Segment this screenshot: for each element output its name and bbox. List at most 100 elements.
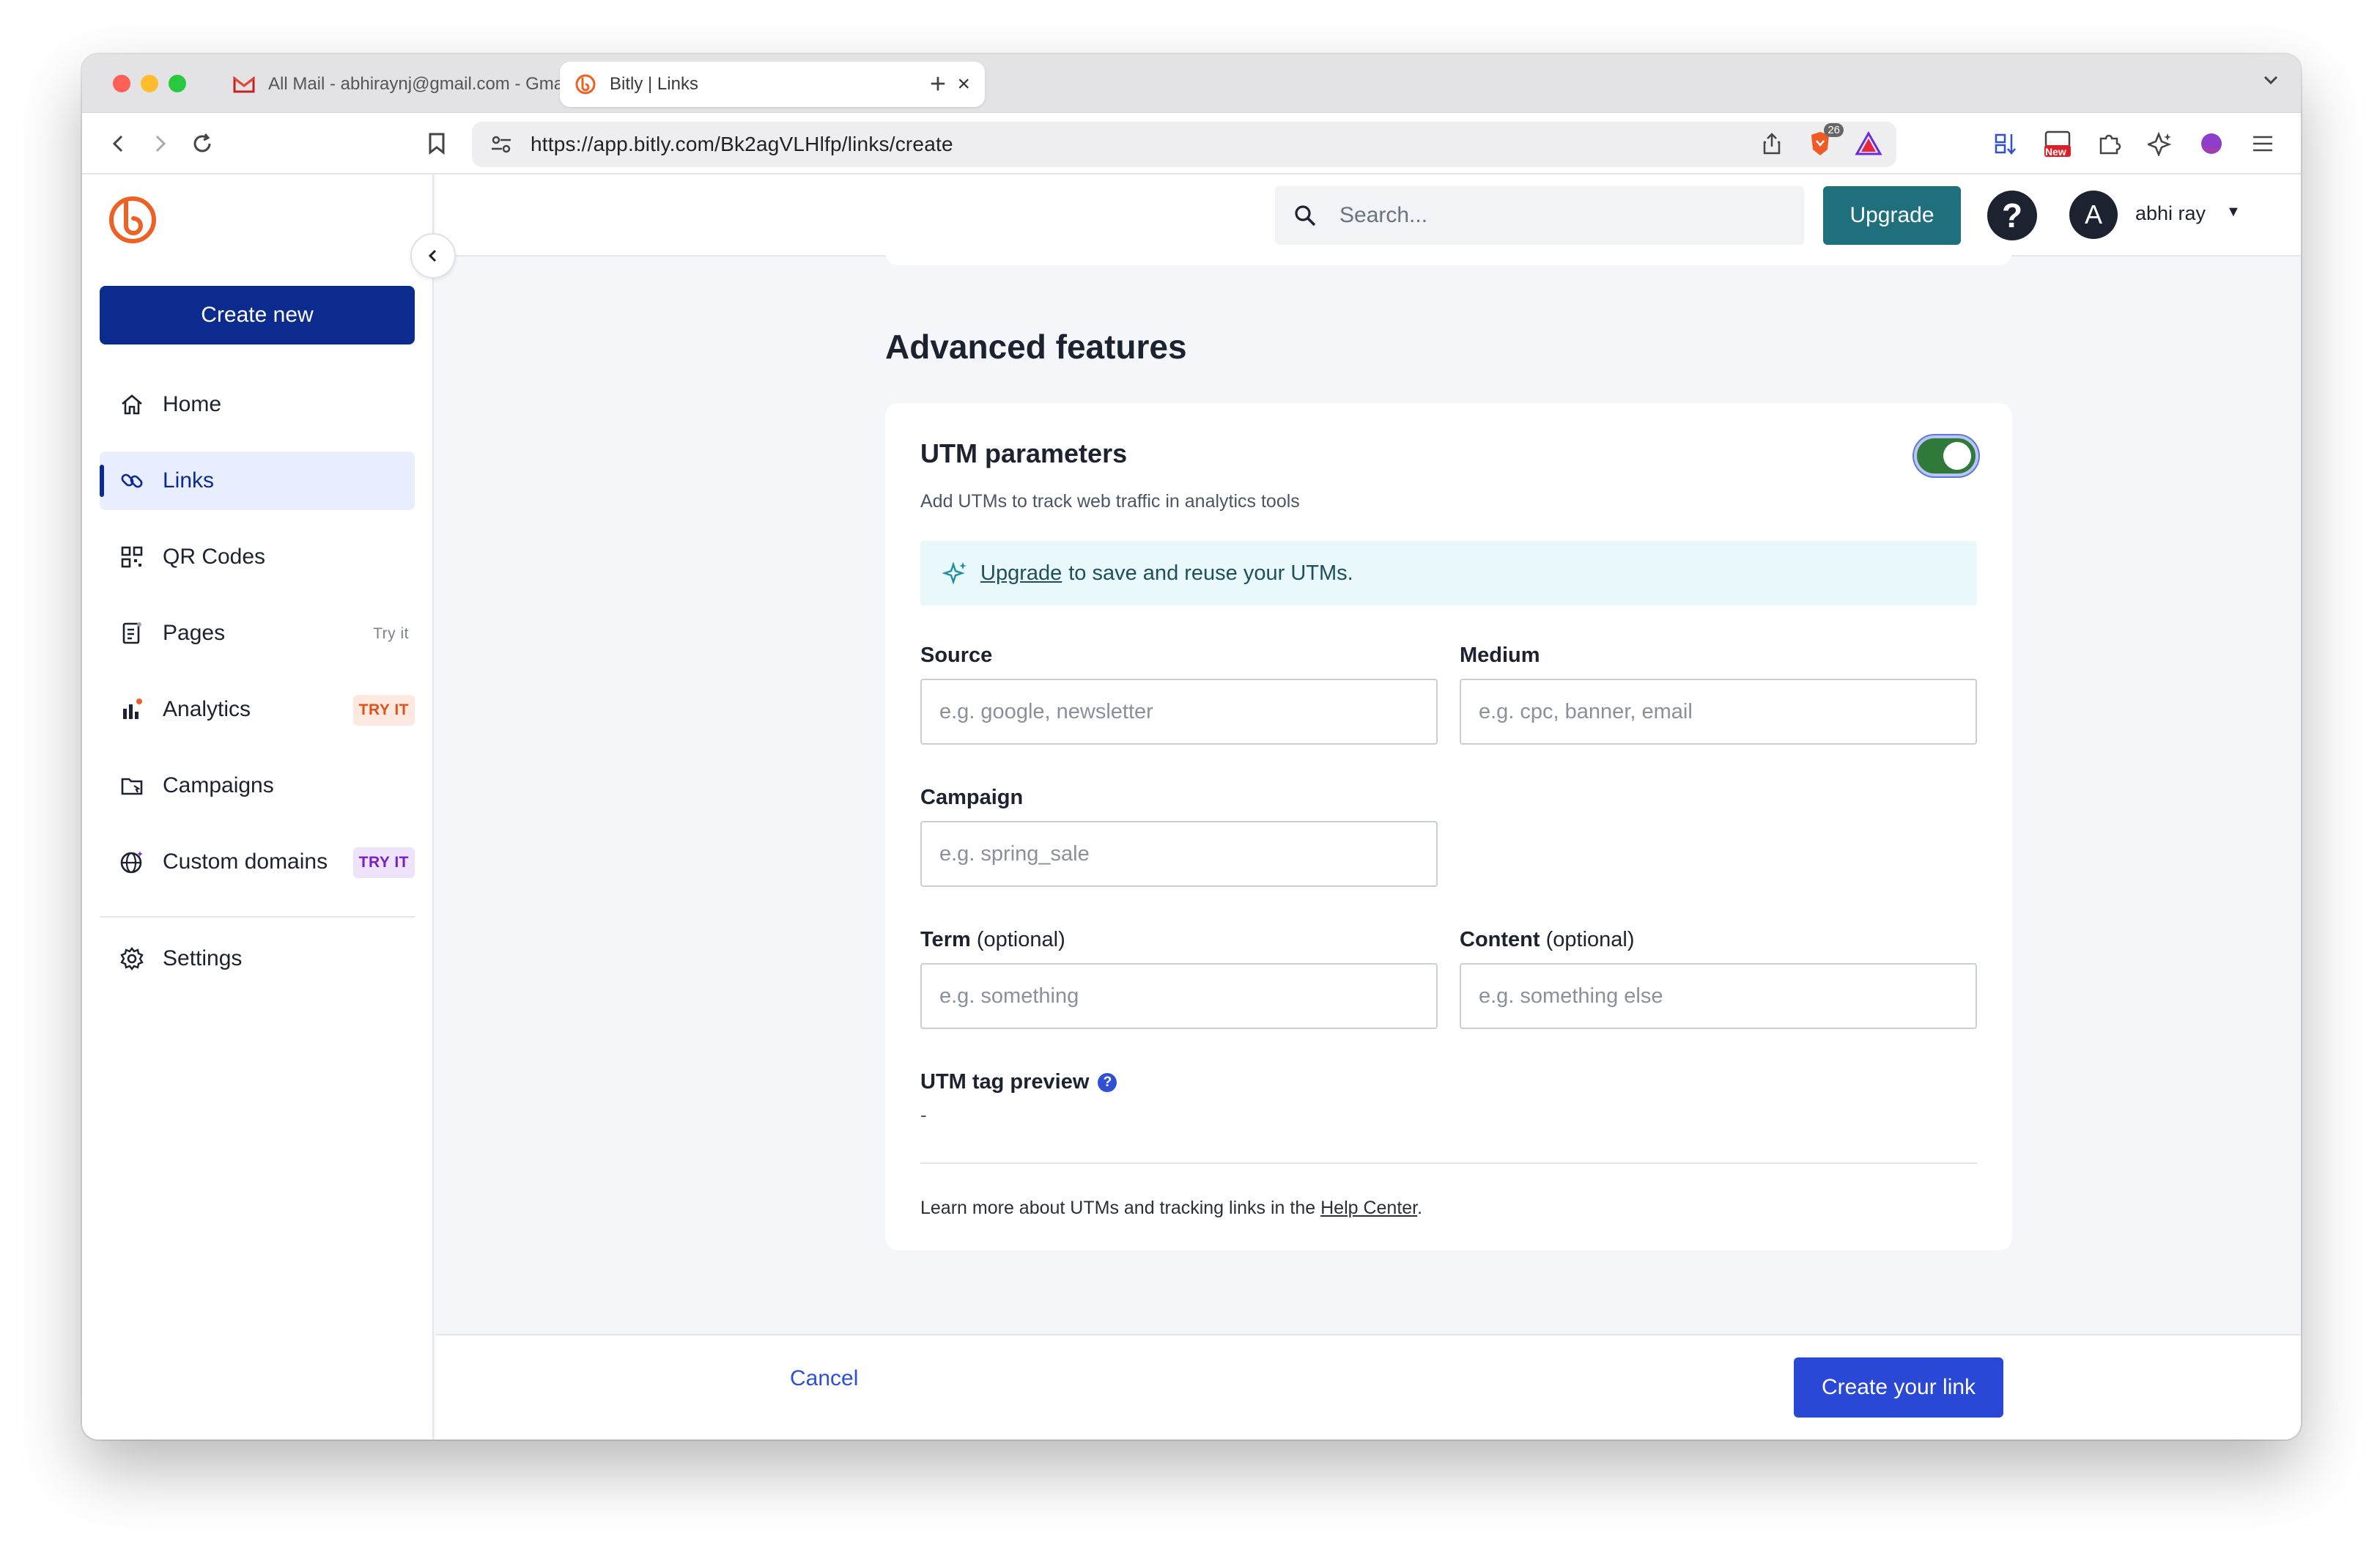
- bitly-logo-icon[interactable]: [107, 194, 158, 245]
- sidebar-item-home[interactable]: Home: [100, 375, 415, 434]
- browser-window: All Mail - abhiraynj@gmail.com - Gmail B…: [82, 54, 2301, 1440]
- avatar[interactable]: A: [2069, 191, 2118, 239]
- brave-rewards-icon[interactable]: [1852, 128, 1885, 160]
- bitly-favicon-icon: [574, 73, 596, 95]
- tab-strip: All Mail - abhiraynj@gmail.com - Gmail B…: [82, 54, 2301, 113]
- tab-bitly-links[interactable]: Bitly | Links ×: [560, 62, 985, 107]
- banner-text: to save and reuse your UTMs.: [1068, 561, 1353, 585]
- bitly-app: Create new Home Links QR Codes Pages Try…: [82, 174, 2301, 1440]
- sidebar-item-campaigns[interactable]: Campaigns: [100, 756, 415, 815]
- create-link-button[interactable]: Create your link: [1794, 1357, 2003, 1418]
- user-name[interactable]: abhi ray: [2135, 202, 2206, 225]
- learn-more-period: .: [1417, 1198, 1423, 1218]
- banner-upgrade-link[interactable]: Upgrade: [980, 561, 1062, 586]
- maximize-window-button[interactable]: [169, 75, 186, 92]
- cancel-button[interactable]: Cancel: [790, 1366, 858, 1391]
- pages-icon: [117, 619, 147, 648]
- sidebar: Create new Home Links QR Codes Pages Try…: [82, 174, 434, 1440]
- card-divider: [920, 1162, 1977, 1164]
- qr-code-icon: [117, 542, 147, 572]
- source-input[interactable]: [920, 679, 1438, 745]
- puzzle-extensions-icon[interactable]: [2093, 128, 2125, 160]
- new-badge: New: [2045, 146, 2066, 158]
- close-tab-icon[interactable]: ×: [957, 72, 970, 97]
- sidebar-item-label: Settings: [163, 946, 243, 970]
- content-input[interactable]: [1460, 963, 1977, 1029]
- upgrade-button[interactable]: Upgrade: [1823, 186, 1961, 245]
- utm-preview-label: UTM tag preview?: [920, 1070, 1117, 1094]
- sidebar-item-links[interactable]: Links: [100, 452, 415, 510]
- bookmark-icon[interactable]: [421, 128, 453, 160]
- help-center-link[interactable]: Help Center: [1320, 1198, 1417, 1218]
- sidebar-item-label: Custom domains: [163, 849, 328, 874]
- gear-icon: [117, 944, 147, 973]
- utm-toggle[interactable]: [1914, 435, 1978, 476]
- back-button[interactable]: [103, 128, 135, 160]
- term-input[interactable]: [920, 963, 1438, 1029]
- new-extension-icon[interactable]: New: [2041, 128, 2074, 160]
- sidebar-item-label: Analytics: [163, 697, 251, 721]
- analytics-icon: [117, 695, 147, 724]
- content-label-text: Content: [1460, 928, 1540, 951]
- new-tab-button[interactable]: +: [923, 69, 953, 100]
- leo-ai-icon[interactable]: [2144, 128, 2176, 160]
- minimize-window-button[interactable]: [141, 75, 158, 92]
- try-it-badge: TRY IT: [352, 695, 415, 726]
- forward-button[interactable]: [144, 128, 176, 160]
- section-title: Advanced features: [885, 328, 1187, 366]
- translate-extension-icon[interactable]: [1990, 128, 2022, 160]
- site-settings-icon[interactable]: [479, 122, 523, 167]
- collapse-sidebar-button[interactable]: [410, 233, 456, 279]
- address-bar[interactable]: https://app.bitly.com/Bk2agVLHlfp/links/…: [472, 122, 1896, 167]
- sidebar-item-label: Links: [163, 468, 215, 493]
- sidebar-item-label: QR Codes: [163, 545, 266, 569]
- url-text: https://app.bitly.com/Bk2agVLHlfp/links/…: [531, 133, 953, 155]
- browser-toolbar: https://app.bitly.com/Bk2agVLHlfp/links/…: [82, 113, 2301, 174]
- sidebar-divider: [100, 916, 415, 918]
- search-box[interactable]: [1275, 186, 1804, 245]
- sidebar-item-label: Pages: [163, 621, 226, 645]
- brave-shields-icon[interactable]: 26: [1804, 123, 1844, 160]
- sparkle-icon: [942, 560, 969, 586]
- tab-title: Bitly | Links: [610, 74, 698, 94]
- menu-icon[interactable]: [2247, 128, 2279, 160]
- share-icon[interactable]: [1756, 128, 1788, 160]
- utm-subtitle: Add UTMs to track web traffic in analyti…: [920, 491, 1300, 512]
- sidebar-item-qr-codes[interactable]: QR Codes: [100, 528, 415, 586]
- sidebar-item-analytics[interactable]: Analytics TRY IT: [100, 680, 415, 739]
- content-optional: (optional): [1545, 928, 1635, 951]
- campaigns-icon: [117, 771, 147, 800]
- sidebar-item-pages[interactable]: Pages Try it: [100, 604, 415, 663]
- close-window-button[interactable]: [113, 75, 130, 92]
- chevron-down-icon[interactable]: [2261, 70, 2280, 95]
- source-label: Source: [920, 644, 993, 667]
- utm-preview-label-text: UTM tag preview: [920, 1070, 1090, 1094]
- profile-icon[interactable]: [2195, 128, 2228, 160]
- question-icon[interactable]: ?: [1098, 1073, 1117, 1092]
- search-input[interactable]: [1339, 203, 1779, 228]
- app-header: Upgrade ? A abhi ray ▼: [435, 174, 2301, 257]
- campaign-input[interactable]: [920, 821, 1438, 887]
- brave-badge-count: 26: [1824, 123, 1844, 137]
- caret-down-icon[interactable]: ▼: [2226, 204, 2241, 221]
- sidebar-item-settings[interactable]: Settings: [100, 929, 415, 988]
- create-new-button[interactable]: Create new: [100, 286, 415, 344]
- home-icon: [117, 390, 147, 419]
- search-icon: [1293, 203, 1322, 228]
- campaign-label: Campaign: [920, 786, 1024, 809]
- reload-button[interactable]: [186, 128, 218, 160]
- medium-input[interactable]: [1460, 679, 1977, 745]
- term-label: Term (optional): [920, 928, 1065, 952]
- sidebar-item-custom-domains[interactable]: Custom domains TRY IT: [100, 833, 415, 891]
- utm-preview-value: -: [920, 1104, 927, 1126]
- help-button[interactable]: ?: [1987, 191, 2037, 240]
- globe-icon: [117, 847, 147, 877]
- utm-title: UTM parameters: [920, 438, 1128, 468]
- link-icon: [117, 466, 147, 495]
- form-footer: Cancel Create your link: [435, 1334, 2301, 1440]
- term-optional: (optional): [976, 928, 1065, 951]
- tab-title: All Mail - abhiraynj@gmail.com - Gmail: [268, 74, 572, 94]
- try-it-badge: TRY IT: [352, 847, 415, 878]
- sidebar-item-label: Home: [163, 392, 222, 416]
- sidebar-item-label: Campaigns: [163, 773, 274, 797]
